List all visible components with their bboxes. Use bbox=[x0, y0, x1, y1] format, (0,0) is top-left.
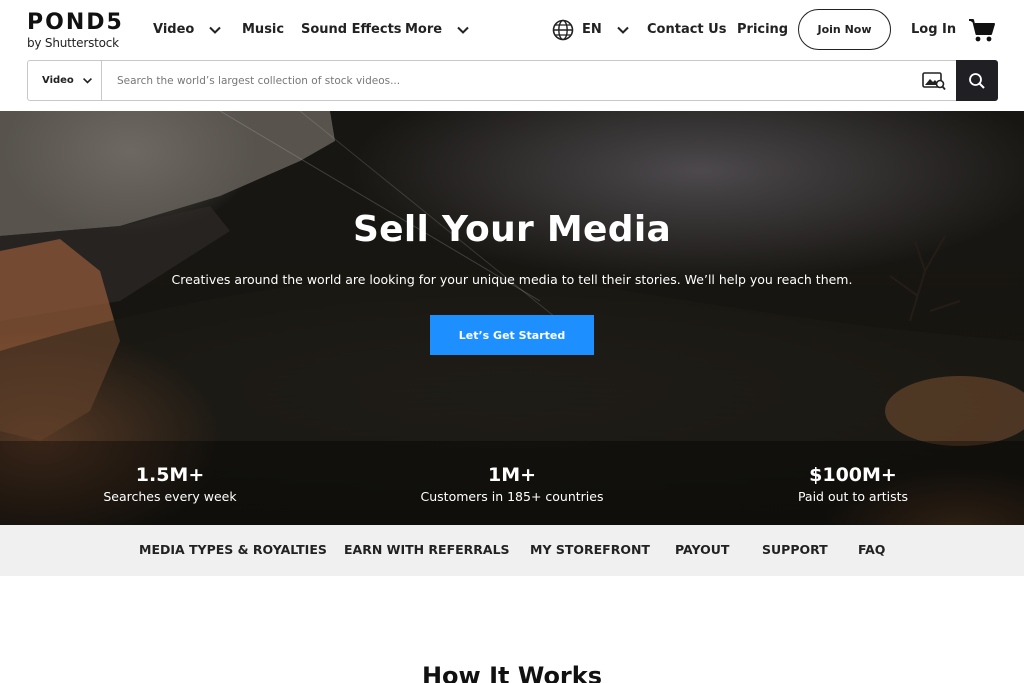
search-icon bbox=[969, 72, 985, 89]
stat-label: Searches every week bbox=[103, 489, 237, 504]
stat-searches: 1.5M+ Searches every week bbox=[40, 463, 300, 504]
stat-value: 1.5M+ bbox=[135, 464, 205, 486]
nav-more-label: More bbox=[405, 22, 443, 37]
search-type-dropdown[interactable]: Video bbox=[28, 61, 102, 100]
hero-banner: Sell Your Media Creatives around the wor… bbox=[0, 111, 1024, 525]
subnav-support[interactable]: SUPPORT bbox=[762, 542, 828, 557]
search-button[interactable] bbox=[956, 60, 998, 101]
stat-label: Customers in 185+ countries bbox=[420, 489, 604, 504]
cart-icon[interactable] bbox=[968, 17, 996, 43]
section-title: How It Works bbox=[421, 662, 603, 683]
stat-value: 1M+ bbox=[487, 464, 537, 486]
hero-subtitle: Creatives around the world are looking f… bbox=[171, 272, 853, 287]
subnav-media-types[interactable]: MEDIA TYPES & ROYALTIES bbox=[139, 542, 327, 557]
stat-paid-out: $100M+ Paid out to artists bbox=[723, 463, 983, 504]
nav-music[interactable]: Music bbox=[242, 20, 284, 40]
seller-subnav: MEDIA TYPES & ROYALTIES EARN WITH REFERR… bbox=[0, 525, 1024, 576]
subnav-storefront[interactable]: MY STOREFRONT bbox=[530, 542, 650, 557]
hero-title: Sell Your Media bbox=[352, 209, 672, 250]
join-now-button[interactable]: Join Now bbox=[798, 9, 891, 50]
stat-label: Paid out to artists bbox=[797, 489, 909, 504]
nav-sound-effects[interactable]: Sound Effects bbox=[301, 20, 402, 40]
language-selector[interactable]: EN bbox=[552, 19, 630, 41]
contact-us-link[interactable]: Contact Us bbox=[647, 20, 726, 40]
image-search-icon[interactable] bbox=[922, 71, 946, 91]
chevron-down-icon bbox=[617, 26, 629, 34]
chevron-down-icon bbox=[82, 77, 92, 84]
nav-more[interactable]: More bbox=[405, 20, 470, 40]
search-bar: Video bbox=[27, 60, 998, 101]
chevron-down-icon bbox=[209, 26, 222, 34]
nav-video[interactable]: Video bbox=[153, 20, 222, 40]
pricing-link[interactable]: Pricing bbox=[737, 20, 788, 40]
language-label: EN bbox=[582, 22, 602, 37]
logo-subtext: by Shutterstock bbox=[27, 36, 119, 50]
chevron-down-icon bbox=[457, 26, 469, 34]
site-header: POND5 by Shutterstock Video Music Sound … bbox=[0, 0, 1024, 60]
logo-text: POND5 bbox=[27, 10, 124, 35]
subnav-referrals[interactable]: EARN WITH REFERRALS bbox=[344, 542, 510, 557]
log-in-link[interactable]: Log In bbox=[911, 20, 956, 40]
search-type-label: Video bbox=[42, 75, 74, 86]
subnav-faq[interactable]: FAQ bbox=[858, 542, 885, 557]
search-input[interactable] bbox=[117, 69, 917, 93]
subnav-payout[interactable]: PAYOUT bbox=[675, 542, 729, 557]
stat-customers: 1M+ Customers in 185+ countries bbox=[382, 463, 642, 504]
nav-video-label: Video bbox=[153, 22, 195, 37]
pond5-logo[interactable]: POND5 by Shutterstock bbox=[27, 10, 124, 51]
stat-value: $100M+ bbox=[809, 464, 897, 486]
globe-icon bbox=[552, 19, 574, 41]
get-started-button[interactable]: Let’s Get Started bbox=[430, 315, 594, 355]
